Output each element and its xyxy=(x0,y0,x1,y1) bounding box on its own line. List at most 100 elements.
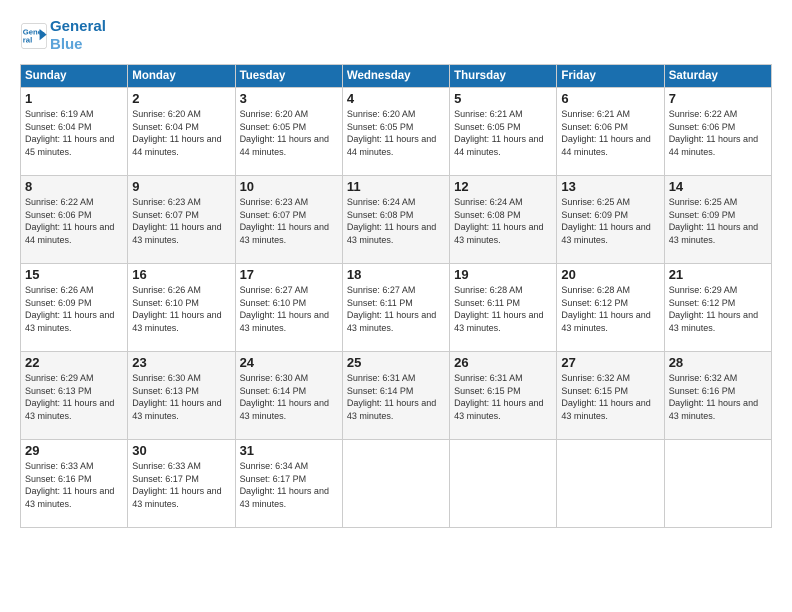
calendar-cell: 17 Sunrise: 6:27 AMSunset: 6:10 PMDaylig… xyxy=(235,264,342,352)
day-number: 21 xyxy=(669,267,767,282)
calendar-week-row: 22 Sunrise: 6:29 AMSunset: 6:13 PMDaylig… xyxy=(21,352,772,440)
calendar-cell: 28 Sunrise: 6:32 AMSunset: 6:16 PMDaylig… xyxy=(664,352,771,440)
day-number: 29 xyxy=(25,443,123,458)
day-number: 24 xyxy=(240,355,338,370)
day-info: Sunrise: 6:20 AMSunset: 6:05 PMDaylight:… xyxy=(240,108,338,158)
calendar-cell: 29 Sunrise: 6:33 AMSunset: 6:16 PMDaylig… xyxy=(21,440,128,528)
day-number: 10 xyxy=(240,179,338,194)
day-info: Sunrise: 6:32 AMSunset: 6:16 PMDaylight:… xyxy=(669,372,767,422)
day-info: Sunrise: 6:26 AMSunset: 6:09 PMDaylight:… xyxy=(25,284,123,334)
calendar-cell: 2 Sunrise: 6:20 AMSunset: 6:04 PMDayligh… xyxy=(128,88,235,176)
day-number: 2 xyxy=(132,91,230,106)
day-info: Sunrise: 6:27 AMSunset: 6:10 PMDaylight:… xyxy=(240,284,338,334)
calendar-cell: 23 Sunrise: 6:30 AMSunset: 6:13 PMDaylig… xyxy=(128,352,235,440)
day-number: 27 xyxy=(561,355,659,370)
day-number: 30 xyxy=(132,443,230,458)
calendar-cell: 14 Sunrise: 6:25 AMSunset: 6:09 PMDaylig… xyxy=(664,176,771,264)
day-number: 8 xyxy=(25,179,123,194)
calendar-cell: 8 Sunrise: 6:22 AMSunset: 6:06 PMDayligh… xyxy=(21,176,128,264)
calendar-cell: 12 Sunrise: 6:24 AMSunset: 6:08 PMDaylig… xyxy=(450,176,557,264)
day-number: 15 xyxy=(25,267,123,282)
day-info: Sunrise: 6:29 AMSunset: 6:13 PMDaylight:… xyxy=(25,372,123,422)
day-info: Sunrise: 6:20 AMSunset: 6:04 PMDaylight:… xyxy=(132,108,230,158)
weekday-header: Friday xyxy=(557,65,664,88)
day-info: Sunrise: 6:20 AMSunset: 6:05 PMDaylight:… xyxy=(347,108,445,158)
day-number: 22 xyxy=(25,355,123,370)
day-number: 18 xyxy=(347,267,445,282)
weekday-header: Saturday xyxy=(664,65,771,88)
day-info: Sunrise: 6:33 AMSunset: 6:17 PMDaylight:… xyxy=(132,460,230,510)
day-info: Sunrise: 6:31 AMSunset: 6:15 PMDaylight:… xyxy=(454,372,552,422)
day-info: Sunrise: 6:23 AMSunset: 6:07 PMDaylight:… xyxy=(240,196,338,246)
day-number: 23 xyxy=(132,355,230,370)
day-info: Sunrise: 6:19 AMSunset: 6:04 PMDaylight:… xyxy=(25,108,123,158)
day-number: 26 xyxy=(454,355,552,370)
calendar-week-row: 8 Sunrise: 6:22 AMSunset: 6:06 PMDayligh… xyxy=(21,176,772,264)
day-number: 20 xyxy=(561,267,659,282)
logo-icon: Gene- ral xyxy=(20,22,48,50)
day-number: 25 xyxy=(347,355,445,370)
day-info: Sunrise: 6:29 AMSunset: 6:12 PMDaylight:… xyxy=(669,284,767,334)
calendar-cell: 16 Sunrise: 6:26 AMSunset: 6:10 PMDaylig… xyxy=(128,264,235,352)
day-number: 12 xyxy=(454,179,552,194)
day-info: Sunrise: 6:30 AMSunset: 6:14 PMDaylight:… xyxy=(240,372,338,422)
day-info: Sunrise: 6:28 AMSunset: 6:11 PMDaylight:… xyxy=(454,284,552,334)
header: Gene- ral GeneralBlue xyxy=(20,18,772,54)
calendar-cell: 19 Sunrise: 6:28 AMSunset: 6:11 PMDaylig… xyxy=(450,264,557,352)
day-info: Sunrise: 6:25 AMSunset: 6:09 PMDaylight:… xyxy=(669,196,767,246)
day-info: Sunrise: 6:22 AMSunset: 6:06 PMDaylight:… xyxy=(25,196,123,246)
calendar-cell: 25 Sunrise: 6:31 AMSunset: 6:14 PMDaylig… xyxy=(342,352,449,440)
day-number: 3 xyxy=(240,91,338,106)
calendar-cell: 4 Sunrise: 6:20 AMSunset: 6:05 PMDayligh… xyxy=(342,88,449,176)
weekday-header: Monday xyxy=(128,65,235,88)
day-number: 1 xyxy=(25,91,123,106)
day-number: 19 xyxy=(454,267,552,282)
calendar-cell: 3 Sunrise: 6:20 AMSunset: 6:05 PMDayligh… xyxy=(235,88,342,176)
calendar-cell: 21 Sunrise: 6:29 AMSunset: 6:12 PMDaylig… xyxy=(664,264,771,352)
calendar-cell xyxy=(557,440,664,528)
calendar-cell: 9 Sunrise: 6:23 AMSunset: 6:07 PMDayligh… xyxy=(128,176,235,264)
day-info: Sunrise: 6:25 AMSunset: 6:09 PMDaylight:… xyxy=(561,196,659,246)
day-info: Sunrise: 6:21 AMSunset: 6:05 PMDaylight:… xyxy=(454,108,552,158)
calendar-cell xyxy=(342,440,449,528)
calendar-cell: 15 Sunrise: 6:26 AMSunset: 6:09 PMDaylig… xyxy=(21,264,128,352)
calendar: SundayMondayTuesdayWednesdayThursdayFrid… xyxy=(20,64,772,528)
day-number: 13 xyxy=(561,179,659,194)
day-number: 14 xyxy=(669,179,767,194)
day-info: Sunrise: 6:26 AMSunset: 6:10 PMDaylight:… xyxy=(132,284,230,334)
svg-text:ral: ral xyxy=(23,35,32,44)
calendar-cell: 18 Sunrise: 6:27 AMSunset: 6:11 PMDaylig… xyxy=(342,264,449,352)
day-info: Sunrise: 6:24 AMSunset: 6:08 PMDaylight:… xyxy=(454,196,552,246)
day-info: Sunrise: 6:34 AMSunset: 6:17 PMDaylight:… xyxy=(240,460,338,510)
calendar-cell: 7 Sunrise: 6:22 AMSunset: 6:06 PMDayligh… xyxy=(664,88,771,176)
weekday-header: Tuesday xyxy=(235,65,342,88)
weekday-header: Wednesday xyxy=(342,65,449,88)
weekday-header: Thursday xyxy=(450,65,557,88)
day-number: 11 xyxy=(347,179,445,194)
day-info: Sunrise: 6:28 AMSunset: 6:12 PMDaylight:… xyxy=(561,284,659,334)
calendar-cell: 30 Sunrise: 6:33 AMSunset: 6:17 PMDaylig… xyxy=(128,440,235,528)
calendar-week-row: 1 Sunrise: 6:19 AMSunset: 6:04 PMDayligh… xyxy=(21,88,772,176)
day-info: Sunrise: 6:23 AMSunset: 6:07 PMDaylight:… xyxy=(132,196,230,246)
day-number: 31 xyxy=(240,443,338,458)
day-number: 9 xyxy=(132,179,230,194)
calendar-cell: 11 Sunrise: 6:24 AMSunset: 6:08 PMDaylig… xyxy=(342,176,449,264)
calendar-cell: 1 Sunrise: 6:19 AMSunset: 6:04 PMDayligh… xyxy=(21,88,128,176)
day-number: 6 xyxy=(561,91,659,106)
calendar-cell: 20 Sunrise: 6:28 AMSunset: 6:12 PMDaylig… xyxy=(557,264,664,352)
calendar-cell: 24 Sunrise: 6:30 AMSunset: 6:14 PMDaylig… xyxy=(235,352,342,440)
calendar-cell: 31 Sunrise: 6:34 AMSunset: 6:17 PMDaylig… xyxy=(235,440,342,528)
day-number: 4 xyxy=(347,91,445,106)
day-info: Sunrise: 6:30 AMSunset: 6:13 PMDaylight:… xyxy=(132,372,230,422)
day-number: 17 xyxy=(240,267,338,282)
day-info: Sunrise: 6:21 AMSunset: 6:06 PMDaylight:… xyxy=(561,108,659,158)
calendar-cell xyxy=(450,440,557,528)
day-number: 16 xyxy=(132,267,230,282)
calendar-cell: 13 Sunrise: 6:25 AMSunset: 6:09 PMDaylig… xyxy=(557,176,664,264)
day-info: Sunrise: 6:27 AMSunset: 6:11 PMDaylight:… xyxy=(347,284,445,334)
calendar-cell: 10 Sunrise: 6:23 AMSunset: 6:07 PMDaylig… xyxy=(235,176,342,264)
calendar-cell: 22 Sunrise: 6:29 AMSunset: 6:13 PMDaylig… xyxy=(21,352,128,440)
day-number: 5 xyxy=(454,91,552,106)
logo: Gene- ral GeneralBlue xyxy=(20,18,106,54)
day-info: Sunrise: 6:32 AMSunset: 6:15 PMDaylight:… xyxy=(561,372,659,422)
